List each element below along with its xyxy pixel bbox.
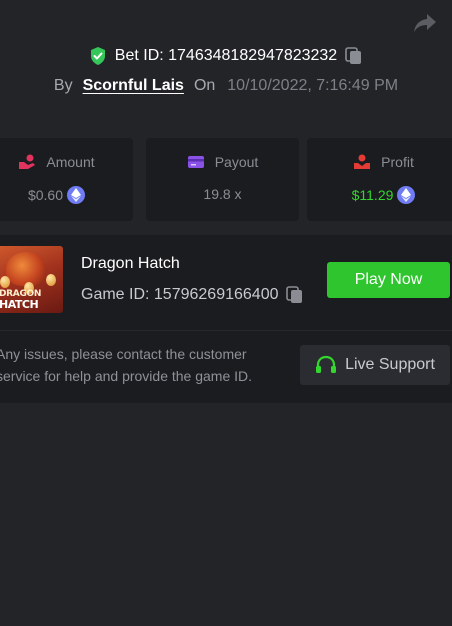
stat-value-payout: 19.8 x: [203, 186, 242, 202]
verified-shield-icon: [90, 47, 105, 65]
stat-card-profit: Profit $11.29: [307, 138, 452, 221]
stat-card-payout: Payout 19.8 x: [146, 138, 299, 221]
card-icon: [187, 156, 204, 168]
copy-icon: [345, 47, 362, 64]
play-now-button[interactable]: Play Now: [327, 262, 450, 298]
stat-value-profit: $11.29: [351, 187, 394, 203]
hand-profit-icon: [354, 154, 371, 169]
game-id-text: Game ID: 15796269166400: [81, 286, 279, 303]
live-support-button[interactable]: Live Support: [300, 345, 450, 385]
bet-date: 10/10/2022, 7:16:49 PM: [227, 77, 399, 94]
stat-label-payout: Payout: [214, 154, 259, 170]
game-title: Dragon Hatch: [81, 255, 180, 272]
author-row: By Scornful Lais On 10/10/2022, 7:16:49 …: [0, 74, 452, 98]
eth-coin-icon: [397, 186, 416, 204]
stat-label-amount: Amount: [46, 154, 95, 170]
stat-label-profit: Profit: [381, 154, 414, 170]
eth-coin-icon: [67, 186, 86, 204]
stat-value-amount: $0.60: [27, 187, 64, 203]
share-button[interactable]: [412, 11, 438, 35]
headset-icon: [316, 355, 337, 373]
copy-game-id-button[interactable]: [286, 286, 304, 304]
game-thumbnail[interactable]: DRAGON HATCH: [0, 246, 63, 313]
copy-icon: [286, 286, 303, 303]
hand-coins-icon: [19, 154, 36, 169]
share-icon: [414, 14, 436, 32]
by-label: By: [53, 77, 73, 94]
stat-card-amount: Amount $0.60: [0, 138, 133, 221]
bet-id-text: Bet ID: 1746348182947823232: [114, 47, 338, 64]
thumbnail-text-line2: HATCH: [0, 298, 39, 311]
game-id-row: Game ID: 15796269166400: [81, 284, 304, 306]
bet-id-row: Bet ID: 1746348182947823232: [0, 44, 452, 68]
on-label: On: [193, 77, 216, 94]
copy-bet-id-button[interactable]: [345, 47, 363, 65]
divider: [0, 330, 452, 331]
support-help-text: Any issues, please contact the customer …: [0, 346, 253, 384]
username-link[interactable]: Scornful Lais: [83, 77, 184, 95]
live-support-label: Live Support: [345, 356, 435, 373]
stats-row: Amount $0.60 Payout 19.8 x Profit $11.29: [0, 138, 452, 221]
